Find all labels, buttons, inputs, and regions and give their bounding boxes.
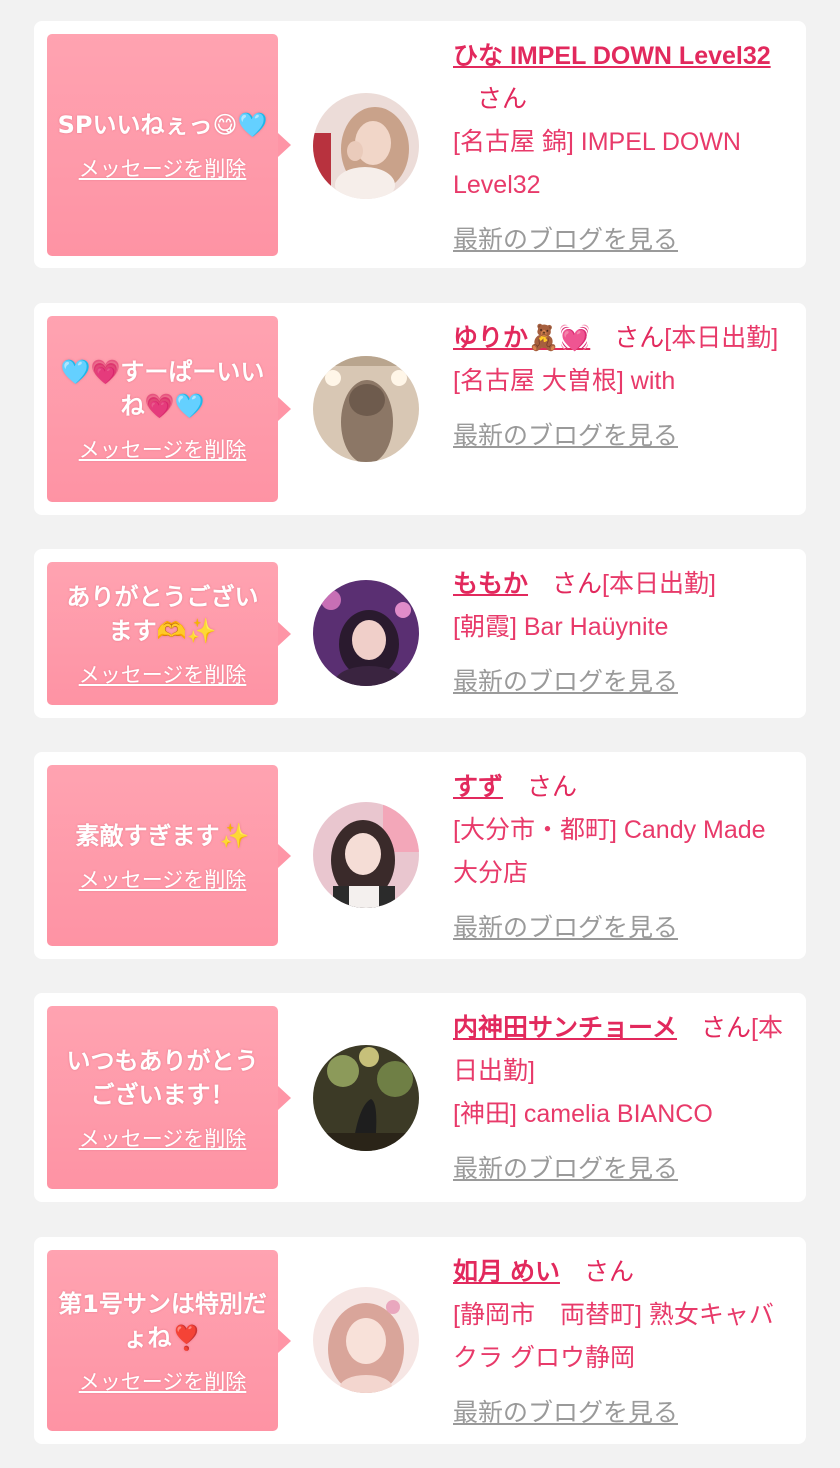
list-item: SPいいねぇっ😋🩵 メッセージを削除 ひな IMPEL DOWN Level32…: [34, 21, 806, 268]
cast-name-link[interactable]: 如月 めい: [453, 1258, 560, 1286]
message-list: SPいいねぇっ😋🩵 メッセージを削除 ひな IMPEL DOWN Level32…: [0, 0, 840, 1468]
honorific: さん: [552, 570, 603, 598]
shop-info: [朝霞] Bar Haüynite: [453, 613, 669, 641]
list-item: 🩵💗すーぱーいいね💗🩵 メッセージを削除 ゆりか🧸💓 さん[本日出勤] [名古屋 …: [34, 303, 806, 515]
cast-name-row: ひな IMPEL DOWN Level32 さん: [453, 35, 793, 121]
cast-info: すず さん [大分市・都町] Candy Made 大分店 最新のブログを見る: [453, 766, 793, 950]
shop-info: [静岡市 両替町] 熟女キャバクラ グロウ静岡: [453, 1301, 774, 1372]
avatar[interactable]: [313, 356, 419, 462]
delete-message-link[interactable]: メッセージを削除: [79, 437, 247, 463]
message-text: SPいいねぇっ😋🩵: [57, 111, 268, 139]
cast-name-row: ゆりか🧸💓 さん[本日出勤]: [453, 317, 793, 360]
shop-info: [大分市・都町] Candy Made 大分店: [453, 816, 766, 887]
list-item: 素敵すぎます✨ メッセージを削除 すず さん [大分市・都町] Candy Mad…: [34, 752, 806, 959]
cast-name-row: 内神田サンチョーメ さん[本日出勤]: [453, 1007, 793, 1093]
message-bubble: 🩵💗すーぱーいいね💗🩵 メッセージを削除: [47, 316, 291, 502]
cast-name-link[interactable]: ゆりか🧸💓: [453, 324, 590, 352]
honorific: さん: [527, 773, 578, 801]
message-text: 素敵すぎます✨: [75, 821, 250, 850]
cast-name-row: すず さん: [453, 766, 793, 809]
shop-info: [名古屋 錦] IMPEL DOWN Level32: [453, 128, 741, 199]
latest-blog-link[interactable]: 最新のブログを見る: [453, 1392, 678, 1435]
message-bubble: いつもありがとうございます！ メッセージを削除: [47, 1006, 291, 1189]
cast-info: 内神田サンチョーメ さん[本日出勤] [神田] camelia BIANCO 最新…: [453, 1007, 793, 1191]
list-item: 第1号サンは特別だょね❣️ メッセージを削除 如月 めい さん [静岡市 両替町]…: [34, 1237, 806, 1444]
honorific: さん: [477, 85, 528, 113]
latest-blog-link[interactable]: 最新のブログを見る: [453, 661, 678, 704]
latest-blog-link[interactable]: 最新のブログを見る: [453, 415, 678, 458]
cast-info: ももか さん[本日出勤] [朝霞] Bar Haüynite 最新のブログを見る: [453, 563, 793, 704]
message-bubble: 素敵すぎます✨ メッセージを削除: [47, 765, 291, 946]
list-item: いつもありがとうございます！ メッセージを削除 内神田サンチョーメ さん[本日出勤…: [34, 993, 806, 1202]
message-text: 🩵💗すーぱーいいね💗🩵: [60, 358, 265, 420]
honorific: さん: [701, 1014, 752, 1042]
latest-blog-link[interactable]: 最新のブログを見る: [453, 907, 678, 950]
delete-message-link[interactable]: メッセージを削除: [79, 867, 247, 893]
avatar[interactable]: [313, 93, 419, 199]
avatar[interactable]: [313, 802, 419, 908]
message-text: いつもありがとうございます！: [66, 1046, 259, 1109]
delete-message-link[interactable]: メッセージを削除: [79, 662, 247, 688]
latest-blog-link[interactable]: 最新のブログを見る: [453, 1148, 678, 1191]
list-item: ありがとうございます🫶✨ メッセージを削除 ももか さん[本日出勤] [朝霞] B…: [34, 549, 806, 718]
cast-info: ゆりか🧸💓 さん[本日出勤] [名古屋 大曽根] with 最新のブログを見る: [453, 317, 793, 458]
avatar[interactable]: [313, 1045, 419, 1151]
honorific: さん: [614, 324, 665, 352]
work-status: [本日出勤]: [602, 570, 716, 598]
shop-info: [神田] camelia BIANCO: [453, 1100, 713, 1128]
cast-info: ひな IMPEL DOWN Level32 さん [名古屋 錦] IMPEL DO…: [453, 35, 793, 262]
latest-blog-link[interactable]: 最新のブログを見る: [453, 219, 678, 262]
honorific: さん: [583, 1258, 634, 1286]
avatar[interactable]: [313, 580, 419, 686]
work-status: [本日出勤]: [664, 324, 779, 352]
cast-name-row: ももか さん[本日出勤]: [453, 563, 793, 606]
message-text: 第1号サンは特別だょね❣️: [58, 1289, 267, 1352]
cast-name-link[interactable]: ひな IMPEL DOWN Level32: [453, 42, 771, 70]
message-text: ありがとうございます🫶✨: [66, 582, 259, 645]
message-bubble: SPいいねぇっ😋🩵 メッセージを削除: [47, 34, 291, 256]
message-bubble: 第1号サンは特別だょね❣️ メッセージを削除: [47, 1250, 291, 1431]
message-bubble: ありがとうございます🫶✨ メッセージを削除: [47, 562, 291, 705]
cast-info: 如月 めい さん [静岡市 両替町] 熟女キャバクラ グロウ静岡 最新のブログを見…: [453, 1251, 793, 1435]
cast-name-link[interactable]: すず: [453, 773, 503, 801]
shop-info: [名古屋 大曽根] with: [453, 367, 676, 395]
delete-message-link[interactable]: メッセージを削除: [79, 1369, 247, 1395]
cast-name-link[interactable]: ももか: [453, 570, 528, 598]
cast-name-row: 如月 めい さん: [453, 1251, 793, 1294]
delete-message-link[interactable]: メッセージを削除: [79, 156, 247, 182]
avatar[interactable]: [313, 1287, 419, 1393]
delete-message-link[interactable]: メッセージを削除: [79, 1126, 247, 1152]
cast-name-link[interactable]: 内神田サンチョーメ: [453, 1014, 677, 1042]
